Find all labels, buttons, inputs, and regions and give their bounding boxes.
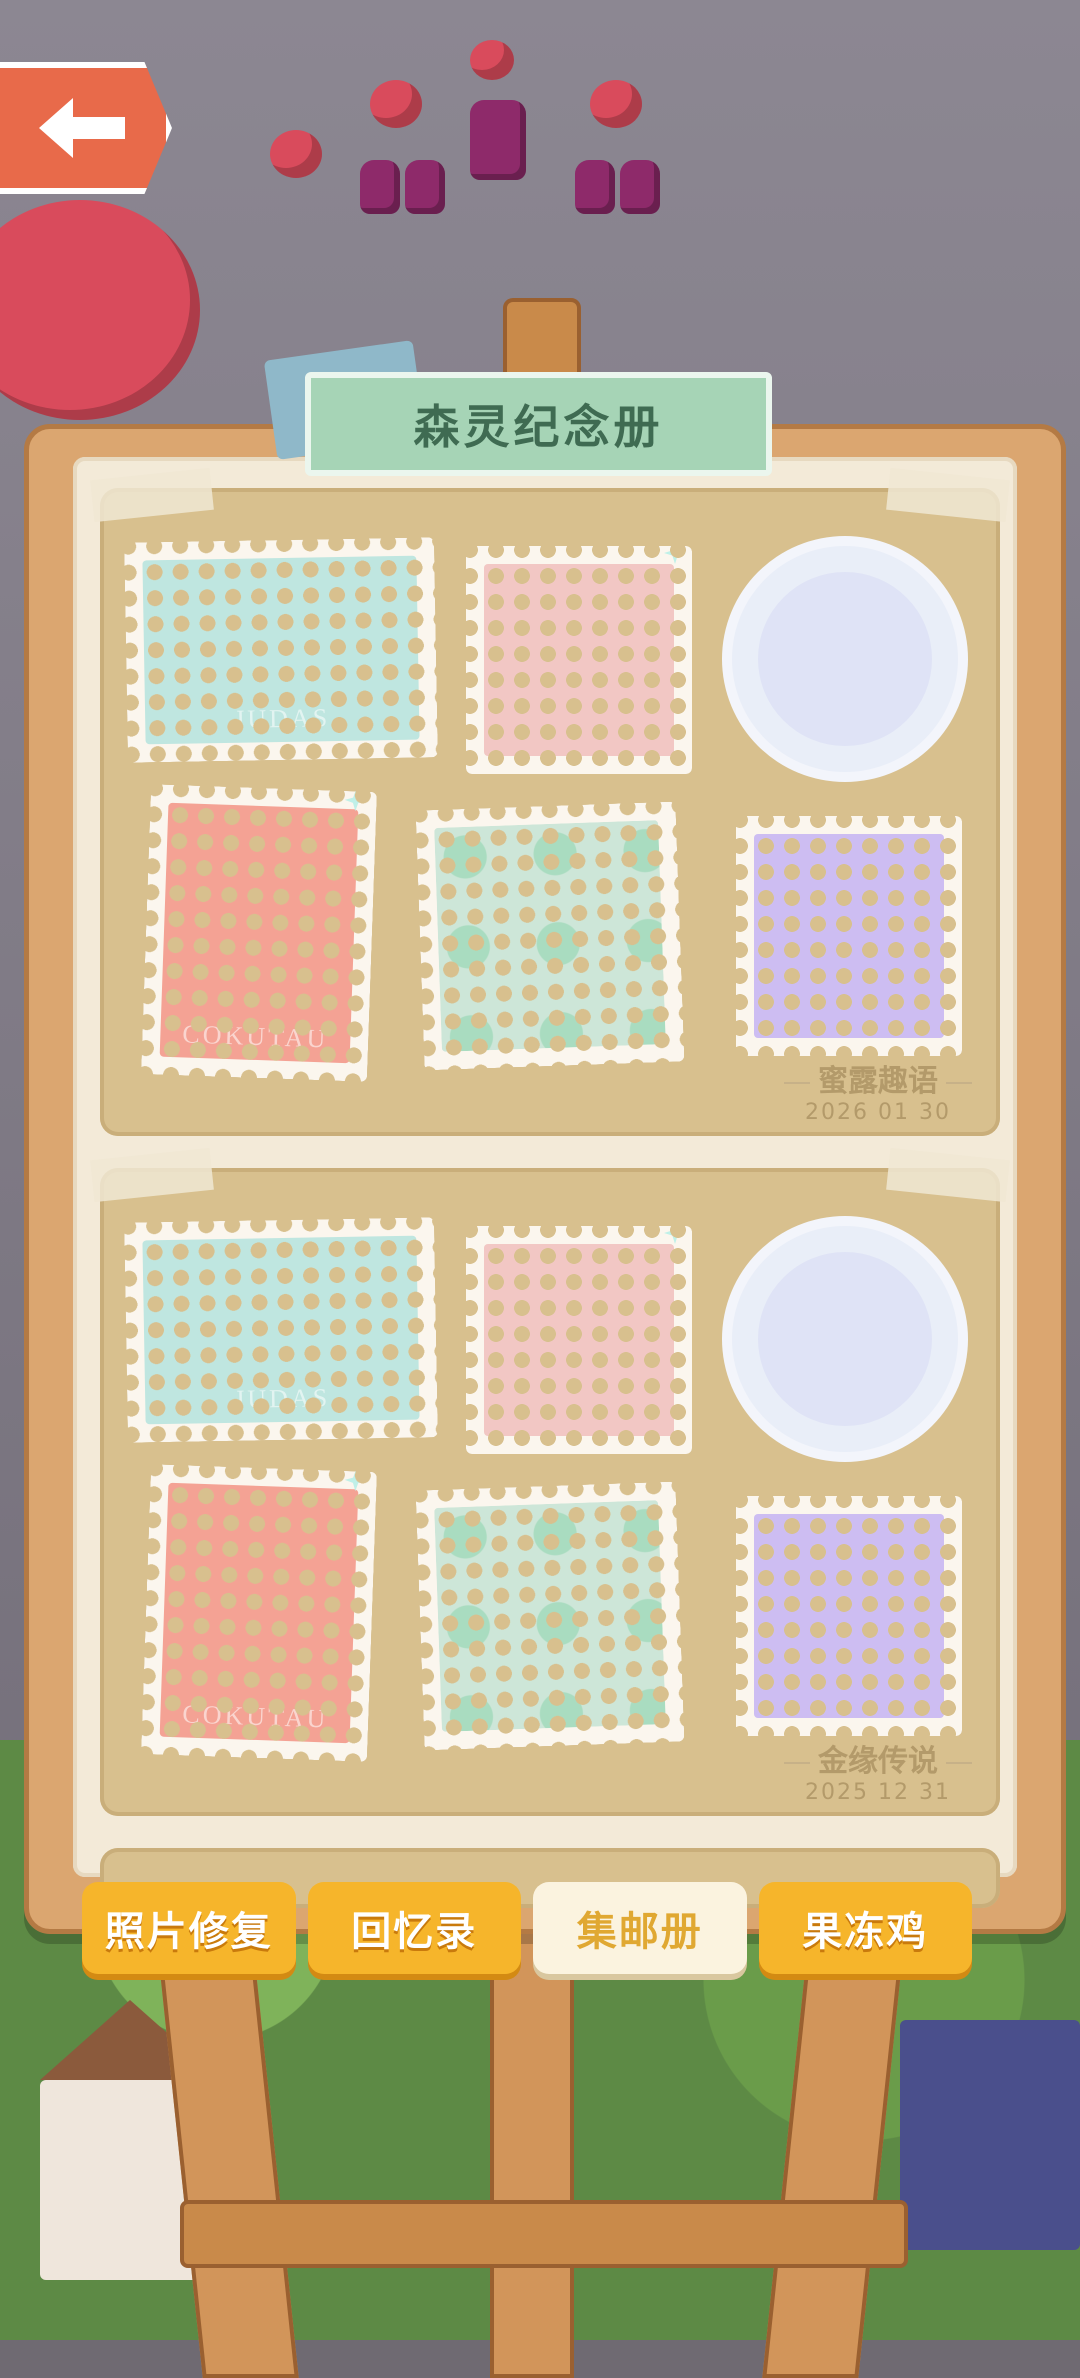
stamp-art: COKUTAU <box>159 1482 359 1744</box>
stamp-watermark: COKUTAU <box>181 1019 329 1054</box>
tab-label: 果冻鸡 <box>802 1909 929 1955</box>
stamp[interactable] <box>736 1496 962 1736</box>
jam-jar <box>360 160 400 214</box>
jam-jar <box>470 100 526 180</box>
album-tab-bar: 照片修复 回忆录 集邮册 果冻鸡 <box>82 1882 972 1978</box>
stamp-watermark: COKUTAU <box>181 1699 329 1734</box>
album-title: 森灵纪念册 <box>305 372 772 476</box>
stamp-art: COKUTAU <box>159 802 359 1064</box>
album-page-section: JUDAS COKUTAU 蜜露趣语 2026 01 30 <box>90 467 1010 1136</box>
fruit-decoration <box>270 130 322 178</box>
stamp-art <box>484 564 674 756</box>
stamp-art <box>484 1244 674 1436</box>
back-button[interactable] <box>0 62 172 194</box>
empty-slot-pattern <box>434 820 666 1052</box>
tab-stamp-album[interactable]: 集邮册 <box>533 1882 747 1974</box>
tab-label: 集邮册 <box>576 1909 703 1955</box>
stamp-art: JUDAS <box>142 1235 420 1425</box>
section-caption: 蜜露趣语 2026 01 30 <box>776 1056 980 1125</box>
fruit-decoration <box>590 80 642 128</box>
empty-stamp-slot[interactable] <box>415 801 685 1071</box>
jam-jar <box>405 160 445 214</box>
stamp-art <box>758 572 932 746</box>
stamp[interactable] <box>736 816 962 1056</box>
stamp[interactable]: JUDAS <box>124 1217 438 1443</box>
stamp[interactable] <box>732 546 958 772</box>
sparkle-icon <box>664 542 686 564</box>
stamp[interactable] <box>466 542 692 774</box>
stamp[interactable] <box>732 1226 958 1452</box>
stamp-watermark: JUDAS <box>233 1383 331 1414</box>
stamp[interactable] <box>466 1222 692 1454</box>
tab-memoir[interactable]: 回忆录 <box>307 1882 521 1974</box>
tab-label: 照片修复 <box>104 1909 273 1955</box>
fruit-decoration <box>370 80 422 128</box>
arrow-left-icon <box>39 98 125 158</box>
empty-stamp-slot[interactable] <box>415 1481 685 1751</box>
stamp-art <box>758 1252 932 1426</box>
album-title-text: 森灵纪念册 <box>413 400 664 454</box>
section-caption-title: 金缘传说 <box>776 1736 980 1780</box>
stamp[interactable]: JUDAS <box>124 537 438 763</box>
tab-label: 回忆录 <box>351 1909 478 1955</box>
tab-photo-repair[interactable]: 照片修复 <box>82 1882 296 1974</box>
jam-jar <box>575 160 615 214</box>
section-caption-date: 2025 12 31 <box>805 1780 951 1805</box>
stamp-art <box>754 1514 944 1718</box>
empty-slot-pattern <box>434 1500 666 1732</box>
section-caption-title: 蜜露趣语 <box>776 1056 980 1100</box>
fruit-decoration <box>470 40 514 80</box>
stamp-art: JUDAS <box>142 555 420 745</box>
tab-jelly-chicken[interactable]: 果冻鸡 <box>758 1882 972 1974</box>
stamp-watermark: JUDAS <box>233 703 331 734</box>
easel-crossbar <box>180 2200 908 2268</box>
section-caption: 金缘传说 2025 12 31 <box>776 1736 980 1805</box>
section-caption-date: 2026 01 30 <box>805 1100 951 1125</box>
stamp[interactable]: COKUTAU <box>141 1464 377 1762</box>
album-page-section: JUDAS COKUTAU 金缘传说 2025 12 31 <box>90 1147 1010 1816</box>
jam-jar <box>620 160 660 214</box>
stamp-art <box>754 834 944 1038</box>
sparkle-icon <box>664 1222 686 1244</box>
house <box>900 2020 1080 2250</box>
stamp[interactable]: COKUTAU <box>141 784 377 1082</box>
